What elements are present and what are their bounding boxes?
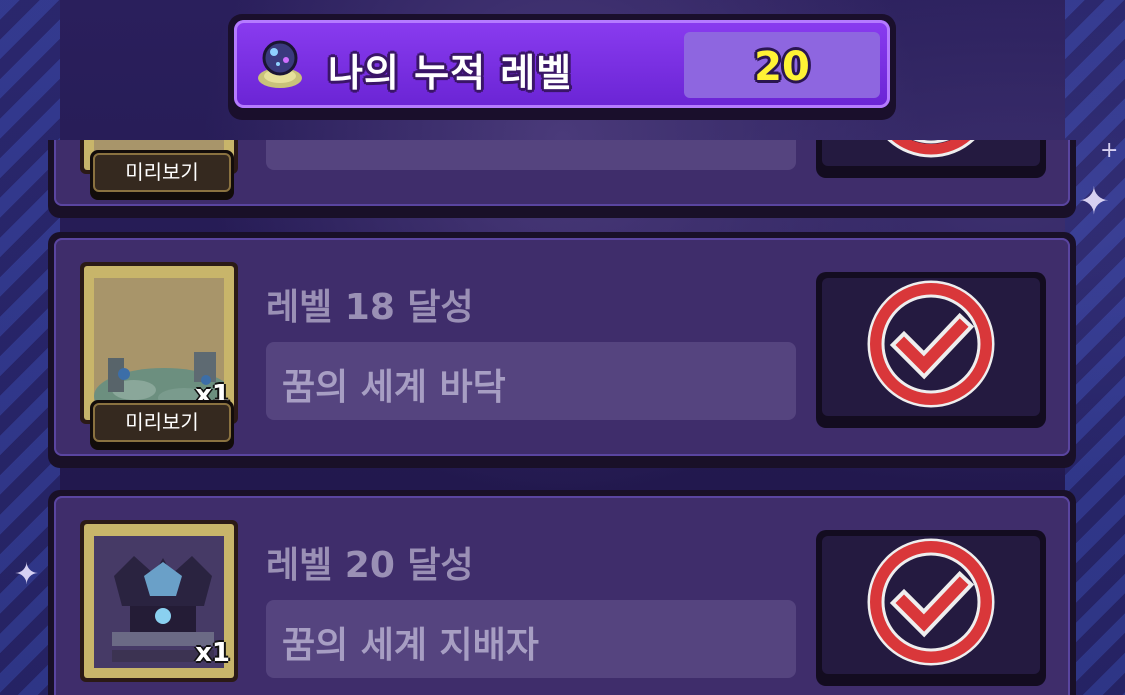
reward-name-box — [266, 140, 796, 170]
preview-button-label: 미리보기 — [93, 403, 231, 442]
level-value-box: 20 — [684, 32, 880, 98]
reward-name: 꿈의 세계 바닥 — [282, 367, 506, 408]
item-quantity: x1 — [195, 638, 230, 668]
claim-status-button[interactable] — [816, 530, 1046, 686]
reward-card: x1 미리보기 레벨 18 달성 꿈의 세계 바닥 — [48, 232, 1076, 468]
preview-button[interactable]: 미리보기 — [90, 400, 234, 450]
cumulative-level-value: 20 — [754, 44, 810, 90]
dream-orb-icon — [258, 40, 302, 88]
preview-button-label: 미리보기 — [93, 153, 231, 192]
claimed-check-icon — [867, 280, 995, 408]
claimed-check-icon — [867, 538, 995, 666]
reward-card: x1 레벨 20 달성 꿈의 세계 지배자 — [48, 490, 1076, 695]
reward-thumbnail: x1 — [80, 520, 238, 682]
reward-card: 미리보기 — [48, 140, 1076, 218]
reward-name: 꿈의 세계 지배자 — [282, 625, 539, 666]
claim-status-button[interactable] — [816, 140, 1046, 178]
preview-button[interactable]: 미리보기 — [90, 150, 234, 200]
header-title: 나의 누적 레벨 — [328, 51, 573, 95]
claim-status-button[interactable] — [816, 272, 1046, 428]
reward-name-box: 꿈의 세계 지배자 — [266, 600, 796, 678]
level-requirement: 레벨 20 달성 — [266, 545, 474, 586]
reward-list[interactable]: 미리보기 x1 미리보기 레벨 18 달성 꿈의 세계 바닥 x1 레벨 20 … — [0, 140, 1125, 695]
claimed-check-icon — [887, 140, 975, 158]
cumulative-level-header: 나의 누적 레벨 20 — [228, 14, 896, 120]
reward-name-box: 꿈의 세계 바닥 — [266, 342, 796, 420]
level-requirement: 레벨 18 달성 — [266, 287, 474, 328]
